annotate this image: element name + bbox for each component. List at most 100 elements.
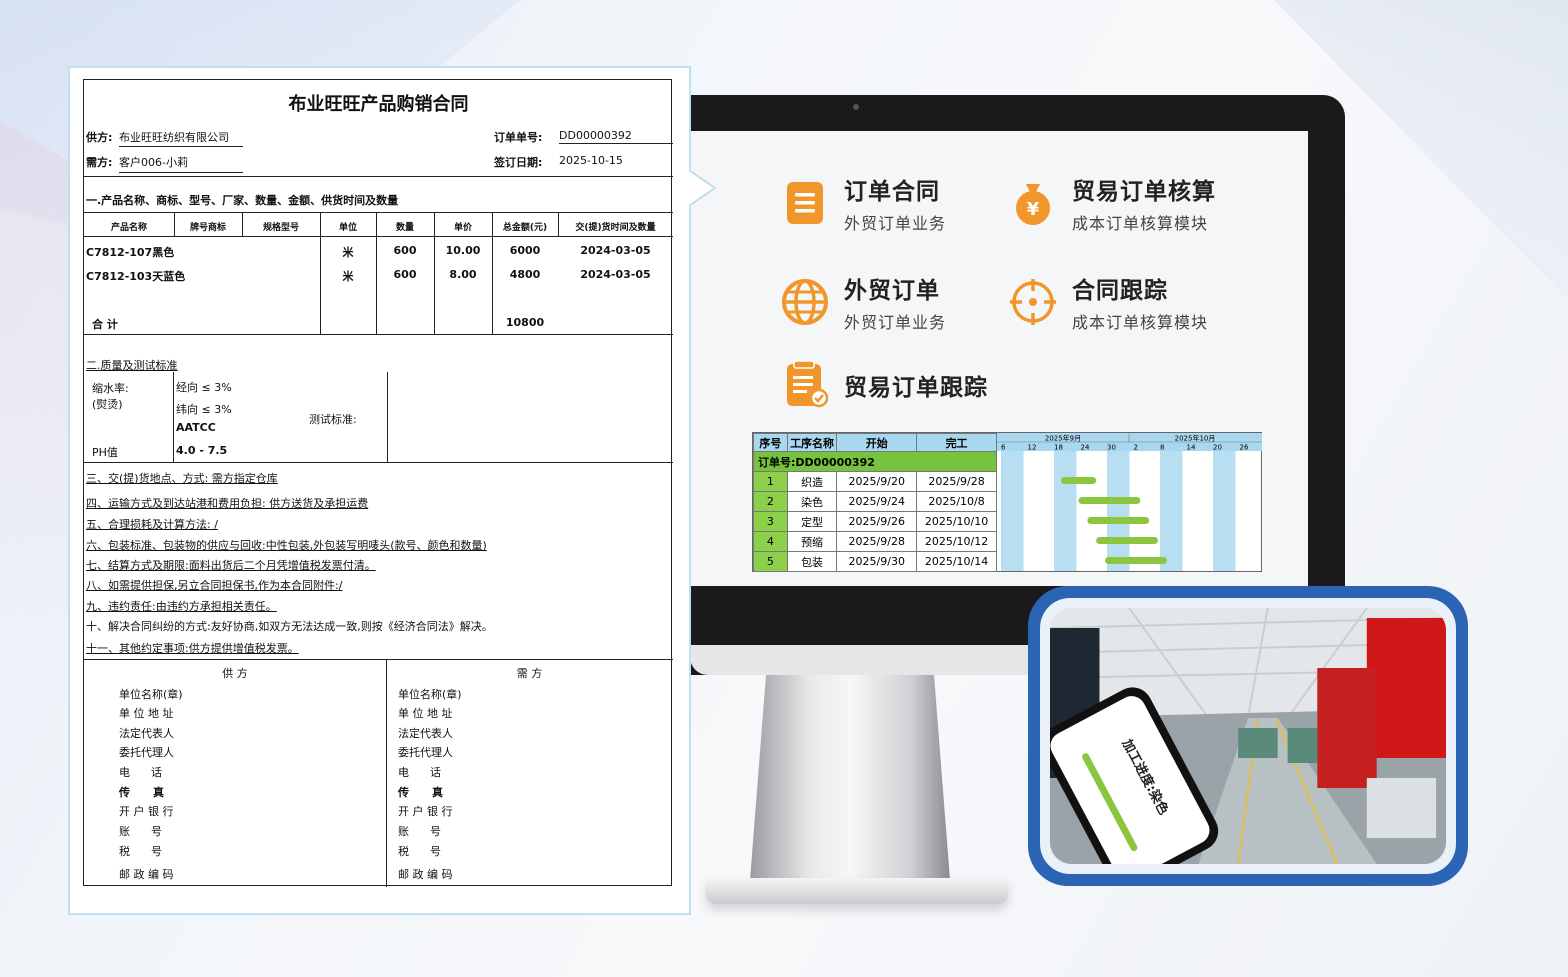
col-header: 单位 xyxy=(338,223,357,233)
sign-date-label: 签订日期: xyxy=(494,156,543,169)
divider xyxy=(84,236,673,237)
timeline-column xyxy=(1107,451,1130,571)
svg-text:¥: ¥ xyxy=(1027,199,1040,220)
day-tick-label: 24 xyxy=(1081,444,1090,452)
party-field: 单位名称(章) xyxy=(119,688,183,701)
target-icon xyxy=(1010,279,1056,325)
contract-document: 布业旺旺产品购销合同 供方: 布业旺旺纺织有限公司 需方: 客户006-小莉 订… xyxy=(83,79,673,887)
gantt-bar xyxy=(1105,557,1167,564)
task-name: 包装 xyxy=(786,551,838,572)
divider xyxy=(84,462,673,463)
timeline-column xyxy=(1054,451,1077,571)
gantt-row: 2 染色 2025/9/24 2025/10/8 xyxy=(753,491,997,512)
feature-contract-tracking[interactable]: 合同跟踪 成本订单核算模块 xyxy=(1008,271,1208,333)
task-start: 2025/9/24 xyxy=(836,491,918,512)
party-field: 邮 政 编 码 xyxy=(119,868,174,881)
gantt-bar xyxy=(1078,497,1141,504)
task-start: 2025/9/30 xyxy=(836,551,918,572)
task-no: 1 xyxy=(753,471,788,492)
col-header: 单价 xyxy=(453,223,472,233)
timeline-column xyxy=(1160,451,1183,571)
day-tick-label: 30 xyxy=(1107,444,1116,452)
task-name: 织造 xyxy=(786,471,838,492)
task-no: 5 xyxy=(753,551,788,572)
task-end: 2025/10/10 xyxy=(916,511,997,532)
feature-trade-order-tracking[interactable]: 贸易订单跟踪 xyxy=(780,360,988,410)
gantt-table: 序号 工序名称 开始 完工 订单号:DD00000392 1 织造 2025/9… xyxy=(753,433,997,572)
camera-dot xyxy=(853,104,859,110)
buyer-value: 客户006-小莉 xyxy=(119,154,243,173)
timeline-column xyxy=(1001,451,1024,571)
document-list-icon xyxy=(787,182,823,224)
money-bag-icon: ¥ xyxy=(1016,184,1050,225)
factory-photo: 加工进度:染色 xyxy=(1050,608,1446,864)
day-tick-label: 8 xyxy=(1160,444,1164,452)
divider xyxy=(84,176,673,177)
cell: 米 xyxy=(342,246,354,259)
monitor-base xyxy=(706,878,1008,904)
party-field: 法定代表人 xyxy=(398,727,453,740)
cell: 2024-03-05 xyxy=(580,268,651,281)
day-tick-label: 14 xyxy=(1187,444,1196,452)
col-header: 牌号商标 xyxy=(189,223,226,233)
clipboard-check-icon xyxy=(787,360,829,408)
section-1-title: 一.产品名称、商标、型号、厂家、数量、金额、供货时间及数量 xyxy=(86,194,399,207)
warp-value: 经向 ≤ 3% xyxy=(176,381,232,394)
cell: 4800 xyxy=(509,268,541,281)
feature-title: 合同跟踪 xyxy=(1072,278,1168,304)
day-tick-label: 20 xyxy=(1213,444,1222,452)
party-field: 账 号 xyxy=(398,825,441,838)
cell: 600 xyxy=(393,268,417,281)
gantt-bar xyxy=(1060,477,1097,484)
buyer-col-title: 需 方 xyxy=(516,667,543,680)
cell: C7812-107黑色 xyxy=(86,246,175,259)
progress-text: 加工进度:染色 xyxy=(1118,737,1171,818)
feature-title: 外贸订单 xyxy=(844,278,940,304)
party-field: 电 话 xyxy=(398,766,441,779)
feature-trade-accounting[interactable]: ¥ 贸易订单核算 成本订单核算模块 xyxy=(1008,172,1216,234)
task-end: 2025/10/8 xyxy=(916,491,997,512)
contract-title: 布业旺旺产品购销合同 xyxy=(288,94,469,115)
shrink-sub: (熨烫) xyxy=(92,398,123,411)
feature-order-contract[interactable]: 订单合同 外贸订单业务 xyxy=(780,172,946,234)
factory-inset: 加工进度:染色 xyxy=(1028,586,1468,886)
feature-title: 贸易订单核算 xyxy=(1072,179,1216,205)
col-header: 总金额(元) xyxy=(502,223,548,233)
party-field: 电 话 xyxy=(119,766,162,779)
col-header: 数量 xyxy=(395,223,414,233)
feature-subtitle: 成本订单核算模块 xyxy=(1072,313,1209,332)
feature-foreign-order[interactable]: 外贸订单 外贸订单业务 xyxy=(780,271,946,333)
cell: 10.00 xyxy=(445,244,481,257)
divider xyxy=(84,334,673,335)
task-start: 2025/9/26 xyxy=(836,511,918,532)
day-tick-label: 6 xyxy=(1001,444,1006,452)
party-field: 法定代表人 xyxy=(119,727,174,740)
col-divider xyxy=(387,372,388,462)
gantt-row: 5 包装 2025/9/30 2025/10/14 xyxy=(753,551,997,572)
feature-title: 订单合同 xyxy=(844,179,940,205)
buyer-label: 需方: xyxy=(86,156,113,169)
col-header: 交(提)货时间及数量 xyxy=(575,223,656,233)
order-no-value: DD00000392 xyxy=(559,129,673,144)
gantt-chart: 序号 工序名称 开始 完工 订单号:DD00000392 1 织造 2025/9… xyxy=(752,432,1262,572)
test-standard-label: 测试标准: xyxy=(309,413,357,426)
cell: 8.00 xyxy=(449,268,477,281)
term-7: 七、结算方式及期限:面料出货后二个月凭增值税发票付清。 xyxy=(86,559,376,572)
term-10: 十、解决合同纠纷的方式:友好协商,如双方无法达成一致,则按《经济合同法》解决。 xyxy=(86,620,493,633)
cell: 米 xyxy=(342,270,354,283)
col-header: 规格型号 xyxy=(262,223,299,233)
month-label: 2025年9月 xyxy=(1045,434,1081,443)
ph-value: 4.0 - 7.5 xyxy=(176,444,228,457)
gantt-timeline: 2025年9月 2025年10月 6 12 18 24 30 2 8 14 20 26 xyxy=(997,433,1262,571)
party-field: 委托代理人 xyxy=(398,746,453,759)
cell: 600 xyxy=(393,244,417,257)
col-divider xyxy=(173,372,174,462)
cell: 6000 xyxy=(509,244,541,257)
weft-value: 纬向 ≤ 3% xyxy=(176,403,232,416)
globe-icon xyxy=(782,279,828,325)
total-value: 10800 xyxy=(505,316,545,329)
supplier-value: 布业旺旺纺织有限公司 xyxy=(119,129,243,147)
day-tick-label: 18 xyxy=(1054,444,1063,452)
gantt-header: 序号 xyxy=(753,433,788,452)
month-label: 2025年10月 xyxy=(1175,434,1216,443)
